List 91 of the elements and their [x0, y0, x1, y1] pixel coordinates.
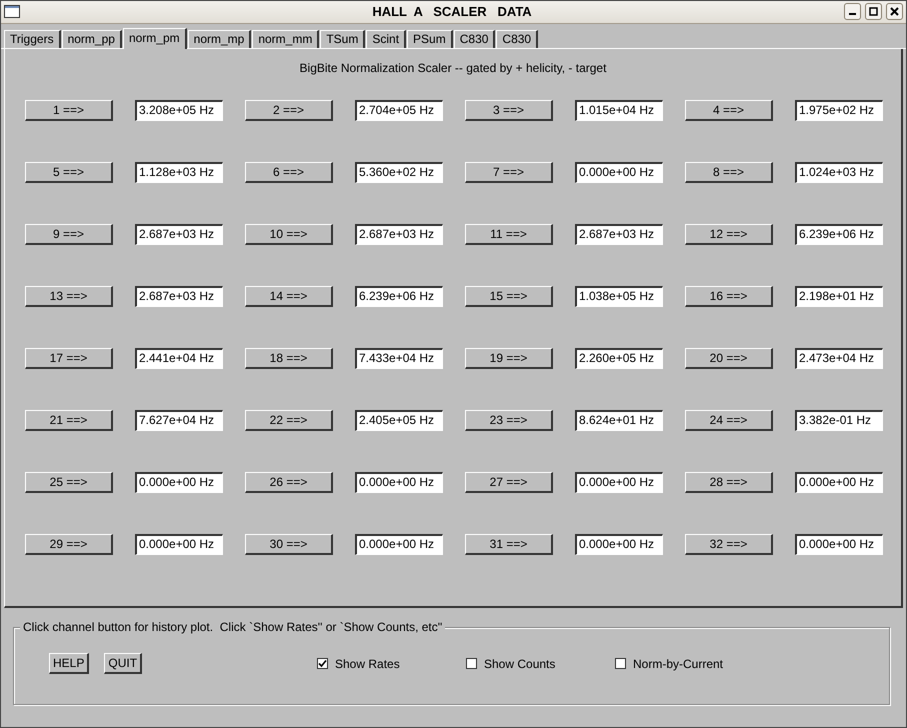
rate-field: 2.687e+03 Hz — [135, 286, 223, 307]
channel-button[interactable]: 27 ==> — [465, 472, 553, 493]
channel-button[interactable]: 20 ==> — [685, 348, 773, 369]
window-icon — [4, 5, 20, 18]
rate-field: 6.239e+06 Hz — [795, 224, 883, 245]
panel-title: BigBite Normalization Scaler -- gated by + helicity, - target — [298, 60, 608, 75]
rate-field: 2.687e+03 Hz — [575, 224, 663, 245]
channel-button[interactable]: 17 ==> — [25, 348, 113, 369]
rate-field: 1.975e+02 Hz — [795, 100, 883, 121]
window-title: HALL A SCALER DATA — [371, 4, 533, 20]
channel-button[interactable]: 14 ==> — [245, 286, 333, 307]
tab[interactable]: Triggers — [4, 30, 61, 48]
rate-field: 2.441e+04 Hz — [135, 348, 223, 369]
group-legend: Click channel button for history plot. Click `Show Rates'' or `Show Counts, etc'' — [20, 620, 446, 634]
rate-field: 1.024e+03 Hz — [795, 162, 883, 183]
rate-field: 2.473e+04 Hz — [795, 348, 883, 369]
rate-field: 8.624e+01 Hz — [575, 410, 663, 431]
checkbox[interactable] — [615, 658, 626, 669]
rate-field: 2.260e+05 Hz — [575, 348, 663, 369]
checkbox[interactable] — [466, 658, 477, 669]
tab[interactable]: norm_mp — [188, 30, 252, 48]
channel-button[interactable]: 16 ==> — [685, 286, 773, 307]
rate-field: 0.000e+00 Hz — [575, 534, 663, 555]
channel-button[interactable]: 6 ==> — [245, 162, 333, 183]
rate-field: 2.704e+05 Hz — [355, 100, 443, 121]
tab[interactable]: PSum — [407, 30, 453, 48]
rate-field: 0.000e+00 Hz — [575, 162, 663, 183]
tab[interactable]: norm_mm — [252, 30, 320, 48]
channel-button[interactable]: 10 ==> — [245, 224, 333, 245]
maximize-button[interactable] — [865, 3, 882, 20]
rate-field: 0.000e+00 Hz — [135, 472, 223, 493]
rate-field: 0.000e+00 Hz — [355, 472, 443, 493]
tab[interactable]: C830 — [454, 30, 496, 48]
channel-button[interactable]: 12 ==> — [685, 224, 773, 245]
rate-field: 7.433e+04 Hz — [355, 348, 443, 369]
checkbox-label: Norm-by-Current — [633, 656, 724, 670]
close-icon — [890, 7, 899, 16]
checkbox-label: Show Counts — [484, 656, 556, 670]
channel-button[interactable]: 23 ==> — [465, 410, 553, 431]
channel-button[interactable]: 32 ==> — [685, 534, 773, 555]
rate-field: 0.000e+00 Hz — [135, 534, 223, 555]
rate-field: 1.128e+03 Hz — [135, 162, 223, 183]
action-button[interactable]: QUIT — [104, 653, 142, 674]
rate-field: 0.000e+00 Hz — [795, 472, 883, 493]
channel-button[interactable]: 22 ==> — [245, 410, 333, 431]
rate-field: 2.687e+03 Hz — [355, 224, 443, 245]
maximize-icon — [869, 7, 878, 16]
channel-button[interactable]: 26 ==> — [245, 472, 333, 493]
rate-field: 1.038e+05 Hz — [575, 286, 663, 307]
channel-button[interactable]: 8 ==> — [685, 162, 773, 183]
channel-button[interactable]: 21 ==> — [25, 410, 113, 431]
rate-field: 0.000e+00 Hz — [575, 472, 663, 493]
rate-field: 5.360e+02 Hz — [355, 162, 443, 183]
channel-button[interactable]: 5 ==> — [25, 162, 113, 183]
channel-button[interactable]: 31 ==> — [465, 534, 553, 555]
rate-field: 0.000e+00 Hz — [795, 534, 883, 555]
rate-field: 2.405e+05 Hz — [355, 410, 443, 431]
channel-button[interactable]: 29 ==> — [25, 534, 113, 555]
channel-button[interactable]: 2 ==> — [245, 100, 333, 121]
tab[interactable]: Scint — [366, 30, 406, 48]
channel-button[interactable]: 19 ==> — [465, 348, 553, 369]
rate-field: 7.627e+04 Hz — [135, 410, 223, 431]
rate-field: 0.000e+00 Hz — [355, 534, 443, 555]
channel-button[interactable]: 25 ==> — [25, 472, 113, 493]
channel-button[interactable]: 30 ==> — [245, 534, 333, 555]
channel-button[interactable]: 28 ==> — [685, 472, 773, 493]
channel-button[interactable]: 15 ==> — [465, 286, 553, 307]
checkbox-label: Show Rates — [335, 656, 400, 670]
rate-field: 1.015e+04 Hz — [575, 100, 663, 121]
tab[interactable]: norm_pm — [122, 28, 187, 49]
channel-button[interactable]: 3 ==> — [465, 100, 553, 121]
channel-button[interactable]: 7 ==> — [465, 162, 553, 183]
channel-button[interactable]: 13 ==> — [25, 286, 113, 307]
channel-button[interactable]: 11 ==> — [465, 224, 553, 245]
tab[interactable]: TSum — [320, 30, 366, 48]
minimize-button[interactable] — [844, 3, 861, 20]
channel-button[interactable]: 18 ==> — [245, 348, 333, 369]
rate-field: 6.239e+06 Hz — [355, 286, 443, 307]
channel-button[interactable]: 24 ==> — [685, 410, 773, 431]
action-button[interactable]: HELP — [49, 653, 90, 674]
tab[interactable]: C830 — [496, 30, 538, 48]
rate-field: 3.382e-01 Hz — [795, 410, 883, 431]
tab[interactable]: norm_pp — [62, 30, 122, 48]
checkbox[interactable] — [317, 658, 328, 669]
channel-button[interactable]: 1 ==> — [25, 100, 113, 121]
rate-field: 2.198e+01 Hz — [795, 286, 883, 307]
close-button[interactable] — [886, 3, 903, 20]
rate-field: 3.208e+05 Hz — [135, 100, 223, 121]
channel-button[interactable]: 4 ==> — [685, 100, 773, 121]
rate-field: 2.687e+03 Hz — [135, 224, 223, 245]
channel-button[interactable]: 9 ==> — [25, 224, 113, 245]
